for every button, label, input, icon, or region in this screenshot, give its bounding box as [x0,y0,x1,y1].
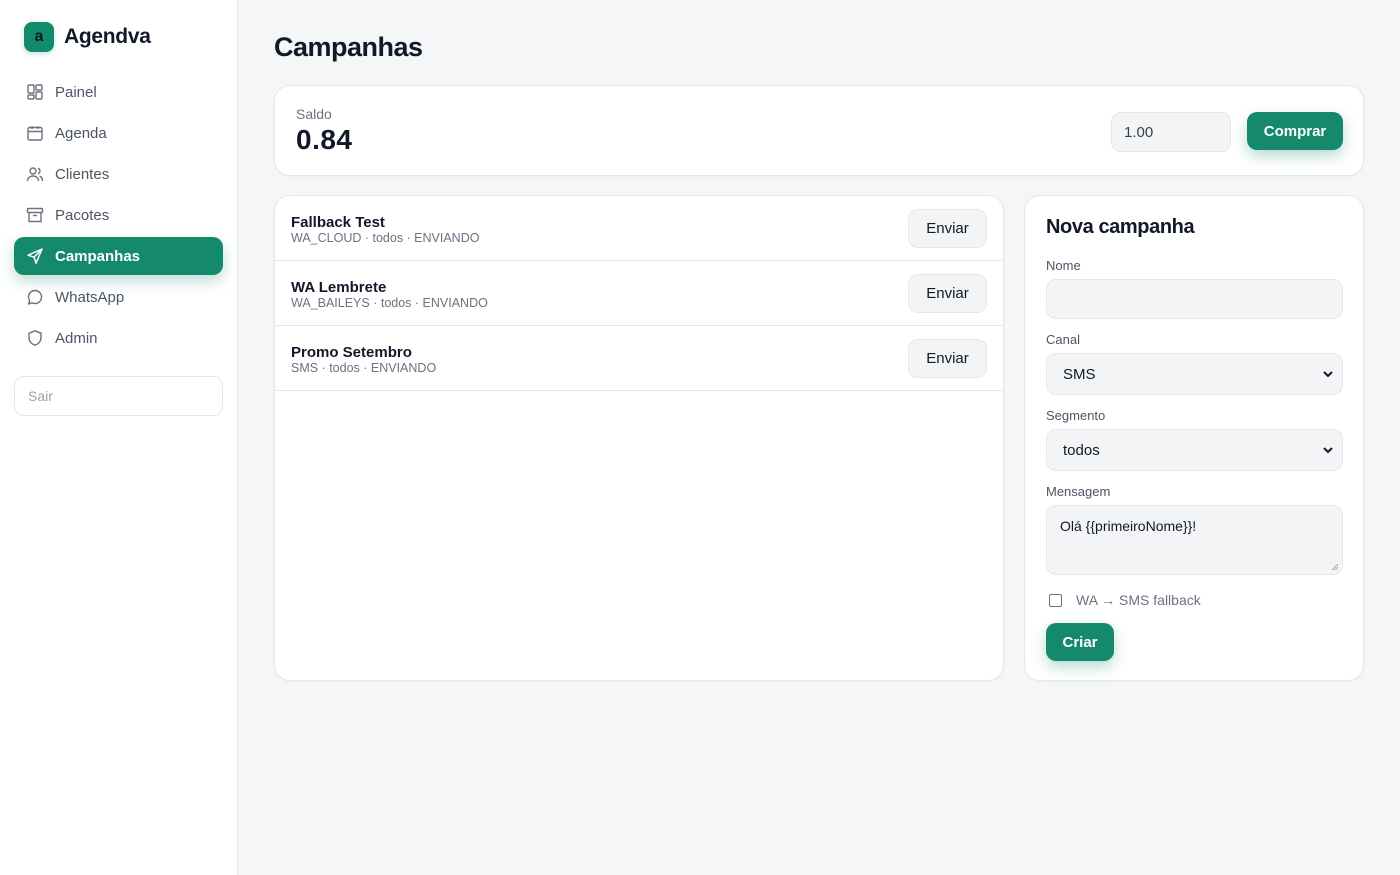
send-button[interactable]: Enviar [908,274,987,313]
sidebar-item-painel[interactable]: Painel [14,73,223,111]
campaign-meta: WA_CLOUD · todos · ENVIANDO [291,231,480,245]
sidebar-item-label: Clientes [55,165,110,183]
channel-select[interactable]: SMS [1046,353,1343,395]
campaign-name: Promo Setembro [291,344,412,361]
shield-icon [26,329,44,347]
sidebar-item-label: Pacotes [55,206,110,224]
name-label: Nome [1046,258,1081,273]
campaign-list: Fallback Test WA_CLOUD · todos · ENVIAND… [274,195,1004,681]
brand-name: Agendva [64,25,151,48]
fallback-label: WA → SMS fallback [1076,592,1201,608]
campaign-name: Fallback Test [291,214,385,231]
sidebar-item-pacotes[interactable]: Pacotes [14,196,223,234]
create-button[interactable]: Criar [1046,623,1114,661]
dashboard-icon [26,83,44,101]
page-title: Campanhas [274,32,423,62]
brand-logo: a [24,22,54,52]
send-button[interactable]: Enviar [908,339,987,378]
resize-handle-icon[interactable] [1331,563,1339,571]
chat-bubble-icon [26,288,44,306]
channel-select-value: SMS [1063,365,1096,383]
name-input[interactable] [1046,279,1343,319]
balance-value: 0.84 [296,124,353,155]
buy-button[interactable]: Comprar [1247,112,1343,150]
channel-label: Canal [1046,332,1080,347]
sidebar-nav: Painel Agenda Clientes Pacotes Campanhas [14,73,223,360]
brand[interactable]: a Agendva [24,22,151,52]
table-row: WA Lembrete WA_BAILEYS · todos · ENVIAND… [275,261,1003,326]
sidebar-item-clientes[interactable]: Clientes [14,155,223,193]
segment-select[interactable]: todos [1046,429,1343,471]
sidebar-item-label: Campanhas [55,247,141,265]
logout-button[interactable]: Sair [14,376,223,416]
segment-label: Segmento [1046,408,1106,423]
archive-box-icon [26,206,44,224]
campaign-meta: WA_BAILEYS · todos · ENVIANDO [291,296,488,310]
form-title: Nova campanha [1046,216,1195,238]
message-label: Mensagem [1046,484,1111,499]
send-button[interactable]: Enviar [908,209,987,248]
new-campaign-form: Nova campanha Nome Canal SMS Segmento to… [1024,195,1364,681]
campaign-name: WA Lembrete [291,279,387,296]
table-row: Promo Setembro SMS · todos · ENVIANDO En… [275,326,1003,391]
fallback-option: WA → SMS fallback [1049,592,1201,608]
fallback-checkbox[interactable] [1049,593,1062,607]
send-icon [26,247,44,265]
chevron-down-icon [1323,371,1333,378]
chevron-down-icon [1323,447,1333,454]
table-row: Fallback Test WA_CLOUD · todos · ENVIAND… [275,196,1003,261]
balance-label: Saldo [296,106,332,122]
sidebar-item-whatsapp[interactable]: WhatsApp [14,278,223,316]
users-icon [26,165,44,183]
sidebar-item-label: WhatsApp [55,288,125,306]
sidebar-item-label: Admin [55,329,98,347]
sidebar: a Agendva Painel Agenda Clientes Pacotes… [0,0,238,875]
sidebar-item-admin[interactable]: Admin [14,319,223,357]
campaign-meta: SMS · todos · ENVIANDO [291,361,437,375]
message-textarea[interactable]: Olá {{primeiroNome}}! [1046,505,1343,575]
amount-input[interactable] [1111,112,1231,152]
sidebar-item-label: Painel [55,83,97,101]
segment-select-value: todos [1063,441,1100,459]
sidebar-item-label: Agenda [55,124,107,142]
calendar-icon [26,124,44,142]
balance-card: Saldo 0.84 Comprar [274,85,1364,176]
sidebar-item-campanhas[interactable]: Campanhas [14,237,223,275]
message-text: Olá {{primeiroNome}}! [1060,518,1197,534]
sidebar-item-agenda[interactable]: Agenda [14,114,223,152]
